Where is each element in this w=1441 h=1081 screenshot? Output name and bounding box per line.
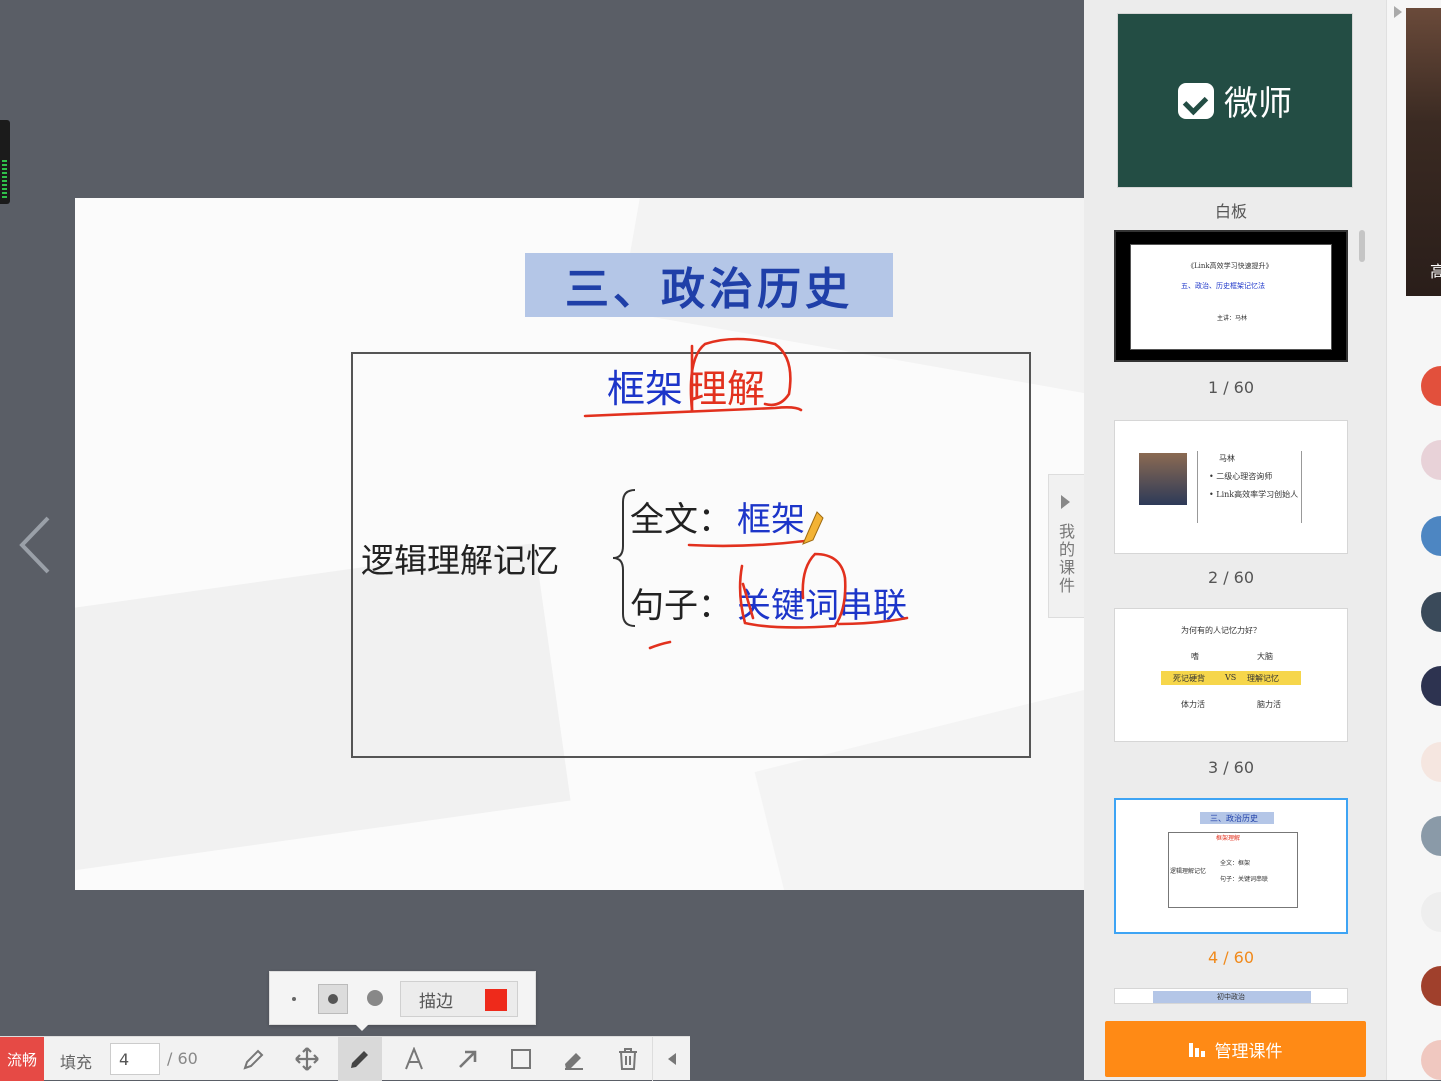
- pencil-tool-button-active[interactable]: [338, 1037, 382, 1081]
- thumbnail-text: • Link高效率学习创始人: [1209, 490, 1299, 499]
- pen-size-medium-selected[interactable]: [318, 984, 348, 1014]
- pen-options-popup: 描边: [269, 971, 536, 1025]
- weishi-logo-icon: [1178, 82, 1214, 119]
- slide-thumbnail[interactable]: 马林 • 二级心理咨询师 • Link高效率学习创始人: [1114, 420, 1348, 554]
- move-icon: [295, 1047, 319, 1071]
- expand-right-icon: [1061, 495, 1070, 509]
- slide-thumbnail[interactable]: 《Link高效学习快速提升》 五、政治、历史框架记忆法 主讲：马林: [1114, 230, 1348, 362]
- collapse-toolbar-button[interactable]: [652, 1037, 691, 1081]
- weishi-logo: 微师: [1178, 76, 1292, 125]
- thumbnail-text: 体力活: [1181, 700, 1205, 709]
- slide-title: 三、政治历史: [525, 253, 893, 317]
- branch2-key: 句子：: [630, 586, 732, 626]
- text-tool-button[interactable]: [392, 1037, 436, 1081]
- page-label: 3 / 60: [1207, 758, 1255, 777]
- page-label: 1 / 60: [1207, 378, 1255, 397]
- current-page-label: 4 / 60: [1207, 948, 1255, 967]
- fill-label[interactable]: 填充: [60, 1049, 92, 1073]
- thumbnail-text: 马林: [1219, 454, 1235, 463]
- bar-chart-icon: [1188, 1043, 1205, 1057]
- thumbnail-text: VS: [1225, 673, 1237, 682]
- collapse-left-icon: [668, 1053, 676, 1065]
- pencil-icon: [351, 1051, 368, 1068]
- prev-slide-icon[interactable]: [16, 514, 56, 576]
- heading-blue-text: 框架: [607, 367, 684, 411]
- page-number-input[interactable]: [110, 1043, 160, 1075]
- volume-meter: [0, 120, 10, 204]
- pen-tool-button[interactable]: [232, 1037, 276, 1081]
- thumbnail-text: 逻辑理解记忆: [1170, 868, 1207, 875]
- my-courseware-label: 我的课件: [1058, 522, 1075, 595]
- thumbnail-text: 五、政治、历史框架记忆法: [1181, 282, 1265, 290]
- eraser-tool-button[interactable]: [552, 1037, 596, 1081]
- divider: [1301, 451, 1302, 523]
- teacher-video: [1406, 8, 1441, 296]
- branch1-value: 框架: [737, 500, 805, 540]
- manage-courseware-button[interactable]: 管理课件: [1105, 1021, 1366, 1077]
- page-label: 2 / 60: [1207, 568, 1255, 587]
- rectangle-tool-button[interactable]: [499, 1037, 543, 1081]
- thumbnail-text: 脑力活: [1257, 700, 1281, 709]
- branch1-key: 全文：: [630, 500, 732, 540]
- branch2-value: 关键词串联: [737, 586, 907, 626]
- thumbnail-text: 句子：关键词串联: [1220, 876, 1269, 883]
- slide-thumbnail[interactable]: 为何有的人记忆力好？ 嗜 大脑 死记硬背 VS 理解记忆 体力活 脑力活: [1114, 608, 1348, 742]
- stroke-color-button[interactable]: 描边: [400, 981, 518, 1017]
- rectangle-icon: [511, 1049, 531, 1069]
- drawing-toolbar: 流畅 填充 / 60: [0, 1036, 691, 1081]
- teacher-name-initial: 高: [1430, 262, 1441, 281]
- slide-thumbnail[interactable]: 初中政治: [1114, 988, 1348, 1004]
- divider: [1197, 451, 1198, 523]
- delete-tool-button[interactable]: [606, 1037, 650, 1081]
- heading-red-text: 理解: [689, 367, 766, 411]
- thumbnail-text: 《Link高效学习快速提升》: [1187, 262, 1273, 270]
- whiteboard-label: 白板: [1214, 202, 1247, 221]
- trash-icon: [619, 1048, 637, 1070]
- popup-caret: [355, 1024, 369, 1031]
- thumbnail-text: 三、政治历史: [1210, 814, 1258, 823]
- stroke-label: 描边: [419, 991, 453, 1012]
- brace-icon: [612, 489, 635, 627]
- pen-size-small[interactable]: [292, 997, 296, 1001]
- pen-icon: [243, 1049, 264, 1070]
- thumbnail-text: 框架理解: [1216, 835, 1241, 842]
- root-label: 逻辑理解记忆: [361, 541, 559, 580]
- text-icon: [405, 1047, 423, 1070]
- arrow-tool-button[interactable]: [446, 1037, 490, 1081]
- move-tool-button[interactable]: [285, 1037, 329, 1081]
- panel-scrollbar[interactable]: [1359, 230, 1365, 262]
- slide-thumbnail-selected[interactable]: 三、政治历史 框架理解 全文：框架 逻辑理解记忆 句子：关键词串联: [1114, 798, 1348, 934]
- page-total: / 60: [167, 1049, 198, 1068]
- slide-canvas[interactable]: 三、政治历史 框架 理解 逻辑理解记忆 全文： 框架 句子： 关键词串联: [75, 198, 1085, 890]
- my-courseware-tab[interactable]: 我的课件: [1048, 474, 1084, 618]
- thumbnail-text: 嗜: [1191, 652, 1199, 661]
- thumbnail-text: 主讲：马林: [1217, 315, 1248, 322]
- thumbnail-text: • 二级心理咨询师: [1209, 472, 1273, 481]
- thumbnail-text: 理解记忆: [1247, 674, 1279, 683]
- collapse-right-icon[interactable]: [1392, 4, 1404, 20]
- whiteboard-thumbnail[interactable]: 微师: [1117, 13, 1353, 188]
- arrow-icon: [459, 1050, 477, 1068]
- thumbnail-text: 为何有的人记忆力好？: [1181, 626, 1261, 635]
- pen-size-large[interactable]: [367, 990, 383, 1006]
- thumbnail-text: 初中政治: [1217, 993, 1245, 1001]
- thumbnail-text: 全文：框架: [1220, 860, 1251, 867]
- thumbnail-text: 大脑: [1257, 652, 1273, 661]
- smooth-quality-badge[interactable]: 流畅: [0, 1037, 44, 1081]
- pen-size-dot: [328, 994, 338, 1004]
- thumbnail-text: 死记硬背: [1173, 674, 1205, 683]
- speaker-photo: [1139, 453, 1187, 505]
- weishi-logo-text: 微师: [1224, 84, 1292, 124]
- stroke-color-swatch[interactable]: [485, 989, 507, 1011]
- eraser-icon: [565, 1053, 583, 1070]
- thumbnail-page: 《Link高效学习快速提升》 五、政治、历史框架记忆法 主讲：马林: [1130, 244, 1332, 350]
- manage-courseware-label: 管理课件: [1214, 1041, 1283, 1061]
